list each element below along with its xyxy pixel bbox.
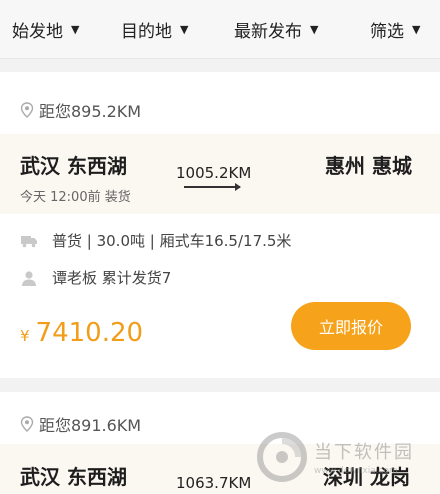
watermark: 当下软件园 www.downxia.com bbox=[256, 424, 438, 490]
order-card[interactable]: 距您895.2KM 武汉 东西湖 1005.2KM 惠州 惠城 今天 12:00… bbox=[0, 72, 440, 378]
owner-info: 谭老板 累计发货7 bbox=[52, 269, 172, 287]
location-pin-icon bbox=[20, 102, 34, 118]
filter-latest-label: 最新发布 bbox=[234, 22, 302, 42]
owner-info-row: 谭老板 累计发货7 bbox=[20, 267, 171, 288]
route-distance: 1005.2KM bbox=[176, 164, 252, 182]
watermark-url: www.downxia.com bbox=[314, 466, 398, 476]
distance-row: 距您895.2KM bbox=[20, 98, 141, 122]
filter-bar: 始发地 ▼ 目的地 ▼ 最新发布 ▼ 筛选 ▼ bbox=[0, 0, 440, 59]
distance-row: 距您891.6KM bbox=[20, 412, 141, 436]
route-distance: 1063.7KM bbox=[176, 474, 252, 492]
origin-city: 武汉 东西湖 bbox=[20, 154, 127, 178]
distance-from-you: 距您891.6KM bbox=[39, 416, 142, 435]
location-pin-icon bbox=[20, 416, 34, 432]
currency-symbol: ¥ bbox=[20, 327, 30, 345]
caret-down-icon: ▼ bbox=[412, 23, 421, 36]
price-amount: 7410.20 bbox=[35, 318, 144, 348]
cargo-info: 普货 | 30.0吨 | 厢式车16.5/17.5米 bbox=[52, 232, 292, 250]
user-icon bbox=[22, 270, 36, 286]
filter-destination-label: 目的地 bbox=[121, 22, 172, 42]
truck-icon bbox=[21, 235, 37, 247]
watermark-logo-icon bbox=[257, 432, 307, 482]
cargo-info-row: 普货 | 30.0吨 | 厢式车16.5/17.5米 bbox=[20, 230, 291, 251]
filter-destination[interactable]: 目的地 ▼ bbox=[121, 17, 188, 42]
route-section: 武汉 东西湖 1005.2KM 惠州 惠城 今天 12:00前 装货 bbox=[0, 134, 440, 214]
load-time: 今天 12:00前 装货 bbox=[20, 190, 131, 205]
filter-origin-label: 始发地 bbox=[12, 22, 63, 42]
destination-city: 惠州 惠城 bbox=[325, 154, 412, 178]
distance-from-you: 距您895.2KM bbox=[39, 102, 142, 121]
caret-down-icon: ▼ bbox=[180, 23, 189, 36]
filter-origin[interactable]: 始发地 ▼ bbox=[12, 17, 79, 42]
route-arrow-icon bbox=[184, 183, 241, 191]
caret-down-icon: ▼ bbox=[71, 23, 80, 36]
caret-down-icon: ▼ bbox=[310, 23, 319, 36]
filter-more[interactable]: 筛选 ▼ bbox=[370, 17, 420, 42]
price: ¥ 7410.20 bbox=[20, 318, 143, 348]
filter-latest[interactable]: 最新发布 ▼ bbox=[234, 17, 318, 42]
origin-city: 武汉 东西湖 bbox=[20, 465, 127, 489]
watermark-title: 当下软件园 bbox=[314, 442, 414, 463]
filter-more-label: 筛选 bbox=[370, 22, 404, 42]
quote-now-button[interactable]: 立即报价 bbox=[291, 302, 411, 350]
